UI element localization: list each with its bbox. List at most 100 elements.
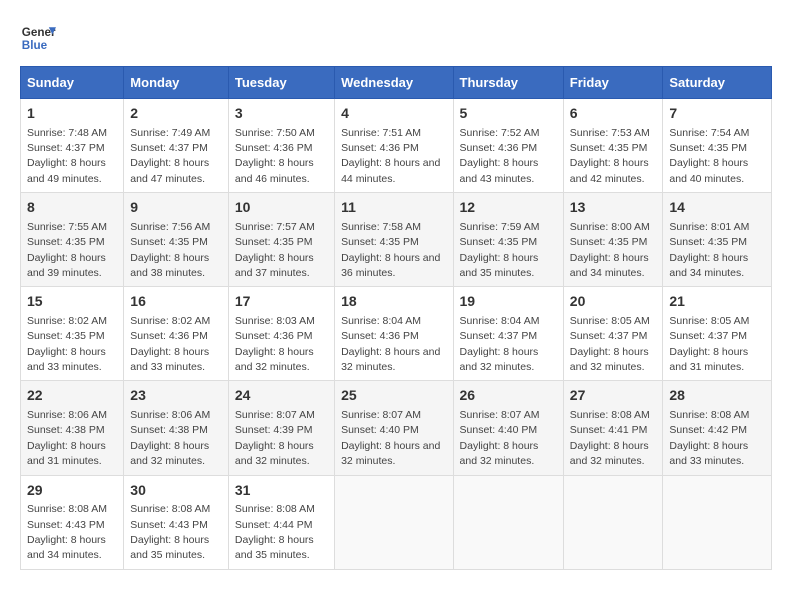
day-detail: Sunrise: 8:04 AMSunset: 4:36 PMDaylight:… [341,315,440,373]
day-detail: Sunrise: 7:53 AMSunset: 4:35 PMDaylight:… [570,127,650,185]
column-header-tuesday: Tuesday [228,67,334,99]
day-detail: Sunrise: 8:06 AMSunset: 4:38 PMDaylight:… [27,409,107,467]
day-number: 2 [130,104,222,124]
calendar-cell [563,475,663,569]
day-number: 13 [570,198,657,218]
day-detail: Sunrise: 7:51 AMSunset: 4:36 PMDaylight:… [341,127,440,185]
calendar-body: 1 Sunrise: 7:48 AMSunset: 4:37 PMDaylight… [21,99,772,570]
day-number: 31 [235,481,328,501]
calendar-cell: 31Sunrise: 8:08 AMSunset: 4:44 PMDayligh… [228,475,334,569]
day-detail: Sunrise: 7:49 AMSunset: 4:37 PMDaylight:… [130,127,210,185]
calendar-cell: 3 Sunrise: 7:50 AMSunset: 4:36 PMDaylight… [228,99,334,193]
day-number: 19 [460,292,557,312]
calendar-cell: 6Sunrise: 7:53 AMSunset: 4:35 PMDaylight… [563,99,663,193]
calendar-cell: 2 Sunrise: 7:49 AMSunset: 4:37 PMDaylight… [124,99,229,193]
day-detail: Sunrise: 8:02 AMSunset: 4:36 PMDaylight:… [130,315,210,373]
day-detail: Sunrise: 8:08 AMSunset: 4:44 PMDaylight:… [235,503,315,561]
day-number: 27 [570,386,657,406]
day-number: 30 [130,481,222,501]
day-detail: Sunrise: 8:04 AMSunset: 4:37 PMDaylight:… [460,315,540,373]
calendar-cell: 13 Sunrise: 8:00 AMSunset: 4:35 PMDayligh… [563,193,663,287]
calendar-cell: 23 Sunrise: 8:06 AMSunset: 4:38 PMDayligh… [124,381,229,475]
day-detail: Sunrise: 7:59 AMSunset: 4:35 PMDaylight:… [460,221,540,279]
day-number: 12 [460,198,557,218]
week-row-1: 1 Sunrise: 7:48 AMSunset: 4:37 PMDaylight… [21,99,772,193]
day-number: 10 [235,198,328,218]
day-number: 3 [235,104,328,124]
calendar-cell [453,475,563,569]
calendar-cell: 14 Sunrise: 8:01 AMSunset: 4:35 PMDayligh… [663,193,772,287]
day-detail: Sunrise: 7:52 AMSunset: 4:36 PMDaylight:… [460,127,540,185]
day-detail: Sunrise: 8:00 AMSunset: 4:35 PMDaylight:… [570,221,650,279]
day-number: 26 [460,386,557,406]
calendar-cell: 12 Sunrise: 7:59 AMSunset: 4:35 PMDayligh… [453,193,563,287]
day-number: 7 [669,104,765,124]
day-detail: Sunrise: 7:54 AMSunset: 4:35 PMDaylight:… [669,127,749,185]
calendar-cell: 21 Sunrise: 8:05 AMSunset: 4:37 PMDayligh… [663,287,772,381]
day-number: 14 [669,198,765,218]
day-detail: Sunrise: 7:48 AMSunset: 4:37 PMDaylight:… [27,127,107,185]
day-detail: Sunrise: 8:05 AMSunset: 4:37 PMDaylight:… [669,315,749,373]
day-detail: Sunrise: 7:50 AMSunset: 4:36 PMDaylight:… [235,127,315,185]
logo: General Blue [20,20,56,56]
day-number: 8 [27,198,117,218]
day-detail: Sunrise: 7:57 AMSunset: 4:35 PMDaylight:… [235,221,315,279]
calendar-cell: 27Sunrise: 8:08 AMSunset: 4:41 PMDayligh… [563,381,663,475]
calendar-cell: 28 Sunrise: 8:08 AMSunset: 4:42 PMDayligh… [663,381,772,475]
calendar-cell: 11 Sunrise: 7:58 AMSunset: 4:35 PMDayligh… [335,193,453,287]
day-detail: Sunrise: 7:58 AMSunset: 4:35 PMDaylight:… [341,221,440,279]
svg-text:Blue: Blue [22,39,48,52]
day-detail: Sunrise: 8:07 AMSunset: 4:40 PMDaylight:… [341,409,440,467]
calendar-cell: 26Sunrise: 8:07 AMSunset: 4:40 PMDayligh… [453,381,563,475]
calendar-cell: 8 Sunrise: 7:55 AMSunset: 4:35 PMDaylight… [21,193,124,287]
day-number: 17 [235,292,328,312]
calendar-cell: 16 Sunrise: 8:02 AMSunset: 4:36 PMDayligh… [124,287,229,381]
calendar-cell: 19 Sunrise: 8:04 AMSunset: 4:37 PMDayligh… [453,287,563,381]
logo-icon: General Blue [20,20,56,56]
day-detail: Sunrise: 8:08 AMSunset: 4:42 PMDaylight:… [669,409,749,467]
day-number: 28 [669,386,765,406]
column-header-monday: Monday [124,67,229,99]
day-detail: Sunrise: 8:08 AMSunset: 4:43 PMDaylight:… [130,503,210,561]
day-detail: Sunrise: 8:06 AMSunset: 4:38 PMDaylight:… [130,409,210,467]
column-header-sunday: Sunday [21,67,124,99]
day-number: 23 [130,386,222,406]
column-header-saturday: Saturday [663,67,772,99]
header: General Blue [20,20,772,56]
day-number: 25 [341,386,446,406]
calendar-cell: 22 Sunrise: 8:06 AMSunset: 4:38 PMDayligh… [21,381,124,475]
day-detail: Sunrise: 8:03 AMSunset: 4:36 PMDaylight:… [235,315,315,373]
day-number: 16 [130,292,222,312]
column-header-wednesday: Wednesday [335,67,453,99]
day-number: 15 [27,292,117,312]
week-row-5: 29Sunrise: 8:08 AMSunset: 4:43 PMDayligh… [21,475,772,569]
calendar-cell [335,475,453,569]
calendar-cell: 15Sunrise: 8:02 AMSunset: 4:35 PMDayligh… [21,287,124,381]
day-number: 18 [341,292,446,312]
calendar-cell: 20Sunrise: 8:05 AMSunset: 4:37 PMDayligh… [563,287,663,381]
calendar-cell: 18 Sunrise: 8:04 AMSunset: 4:36 PMDayligh… [335,287,453,381]
week-row-4: 22 Sunrise: 8:06 AMSunset: 4:38 PMDayligh… [21,381,772,475]
day-detail: Sunrise: 7:56 AMSunset: 4:35 PMDaylight:… [130,221,210,279]
column-header-friday: Friday [563,67,663,99]
calendar-cell [663,475,772,569]
day-number: 4 [341,104,446,124]
day-number: 9 [130,198,222,218]
day-number: 1 [27,104,117,124]
calendar-cell: 10 Sunrise: 7:57 AMSunset: 4:35 PMDayligh… [228,193,334,287]
day-number: 5 [460,104,557,124]
calendar-cell: 5 Sunrise: 7:52 AMSunset: 4:36 PMDaylight… [453,99,563,193]
calendar-cell: 4 Sunrise: 7:51 AMSunset: 4:36 PMDaylight… [335,99,453,193]
day-number: 22 [27,386,117,406]
calendar-cell: 24Sunrise: 8:07 AMSunset: 4:39 PMDayligh… [228,381,334,475]
day-number: 11 [341,198,446,218]
week-row-2: 8 Sunrise: 7:55 AMSunset: 4:35 PMDaylight… [21,193,772,287]
calendar-cell: 7 Sunrise: 7:54 AMSunset: 4:35 PMDaylight… [663,99,772,193]
calendar-cell: 25 Sunrise: 8:07 AMSunset: 4:40 PMDayligh… [335,381,453,475]
day-number: 21 [669,292,765,312]
day-detail: Sunrise: 8:01 AMSunset: 4:35 PMDaylight:… [669,221,749,279]
calendar-cell: 17 Sunrise: 8:03 AMSunset: 4:36 PMDayligh… [228,287,334,381]
day-detail: Sunrise: 7:55 AMSunset: 4:35 PMDaylight:… [27,221,107,279]
day-number: 24 [235,386,328,406]
calendar-header-row: SundayMondayTuesdayWednesdayThursdayFrid… [21,67,772,99]
